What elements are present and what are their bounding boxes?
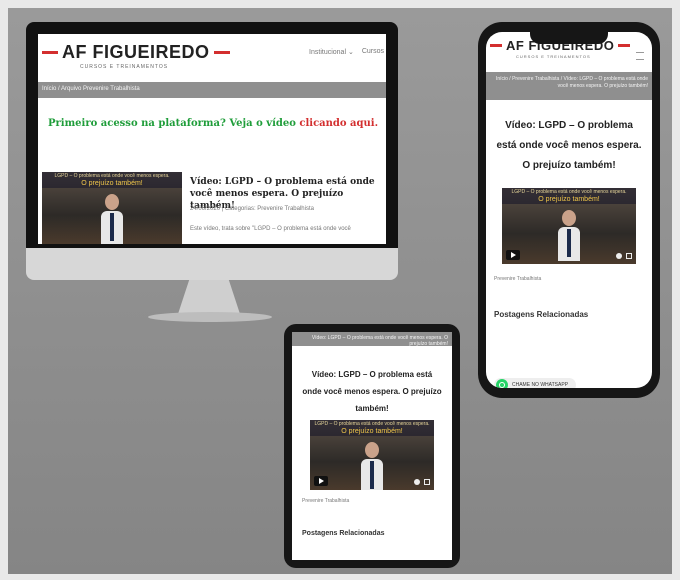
logo-bar-right: [618, 44, 631, 47]
gear-icon[interactable]: [414, 479, 420, 485]
video-title-overlay: LGPD – O problema está onde você menos e…: [310, 420, 434, 436]
site-logo[interactable]: AF FIGUEIREDO: [42, 42, 230, 63]
phone-related-posts-heading: Postagens Relacionadas: [494, 310, 589, 319]
video-title-line2: O prejuízo também!: [341, 428, 403, 435]
phone-breadcrumb-text[interactable]: Início / Prevenire Trabalhista / Vídeo: …: [488, 76, 648, 90]
tablet-video-player[interactable]: LGPD – O problema está onde você menos e…: [310, 420, 434, 490]
promo-link[interactable]: clicando aqui.: [299, 118, 378, 129]
logo-tagline: CURSOS E TREINAMENTOS: [516, 54, 591, 59]
presenter-image: [101, 194, 123, 244]
desktop-monitor: AF FIGUEIREDO CURSOS E TREINAMENTOS Inst…: [26, 22, 398, 280]
tablet-breadcrumb-text[interactable]: Vídeo: LGPD – O problema está onde você …: [296, 335, 448, 347]
nav-item-cursos[interactable]: Cursos: [362, 48, 384, 56]
hamburger-menu-icon[interactable]: [636, 52, 644, 60]
whatsapp-icon: [496, 379, 508, 388]
monitor-stand-base: [148, 312, 272, 322]
whatsapp-label: CHAME NO WHATSAPP: [512, 382, 569, 388]
gear-icon[interactable]: [616, 253, 622, 259]
whatsapp-button[interactable]: CHAME NO WHATSAPP: [494, 378, 577, 388]
logo-bar-right: [213, 51, 230, 54]
logo-bar-left: [42, 51, 58, 54]
breadcrumb-text[interactable]: Início / Arquivo Prevenire Trabalhista: [42, 86, 140, 92]
promo-message: Primeiro acesso na plataforma? Veja o ví…: [48, 118, 296, 129]
play-icon[interactable]: [506, 250, 520, 260]
tablet-related-posts-heading: Postagens Relacionadas: [302, 530, 385, 537]
video-title-overlay: LGPD – O problema está onde você menos e…: [502, 188, 636, 204]
fullscreen-icon[interactable]: [626, 253, 632, 259]
tablet-post-category[interactable]: Prevenire Trabalhista: [302, 498, 349, 504]
main-nav: Institucional ⌄ Cursos: [309, 48, 384, 56]
presenter-image: [558, 210, 580, 261]
fullscreen-icon[interactable]: [424, 479, 430, 485]
desktop-screen: AF FIGUEIREDO CURSOS E TREINAMENTOS Inst…: [38, 34, 386, 244]
post-excerpt: Este vídeo, trata sobre "LGPD – O proble…: [190, 226, 351, 232]
phone-screen: AF FIGUEIREDO CURSOS E TREINAMENTOS Iníc…: [486, 32, 652, 388]
video-title-line1: LGPD – O problema está onde você menos e…: [314, 421, 430, 427]
tablet-screen: Vídeo: LGPD – O problema está onde você …: [292, 332, 452, 560]
tablet-device: Vídeo: LGPD – O problema está onde você …: [284, 324, 460, 568]
tablet-breadcrumb: Vídeo: LGPD – O problema está onde você …: [292, 332, 452, 347]
tablet-post-title: Vídeo: LGPD – O problema está onde você …: [302, 370, 442, 413]
phone-post-title: Vídeo: LGPD – O problema está onde você …: [496, 120, 642, 171]
video-title-line1: LGPD – O problema está onde você menos e…: [511, 189, 627, 195]
monitor-chin: [26, 248, 398, 280]
video-title-line2: O prejuízo também!: [81, 180, 143, 187]
post-thumbnail[interactable]: LGPD – O problema está onde você menos e…: [42, 172, 182, 244]
logo-brand: AF FIGUEIREDO: [62, 42, 210, 62]
logo-bar-left: [490, 44, 502, 47]
phone-breadcrumb: Início / Prevenire Trabalhista / Vídeo: …: [486, 72, 652, 100]
nav-item-institucional[interactable]: Institucional ⌄: [309, 48, 354, 56]
play-icon[interactable]: [314, 476, 328, 486]
presenter-image: [361, 442, 383, 490]
video-title-line1: LGPD – O problema está onde você menos e…: [54, 173, 170, 179]
logo-tagline: CURSOS E TREINAMENTOS: [80, 64, 169, 70]
breadcrumb: Início / Arquivo Prevenire Trabalhista: [38, 82, 386, 98]
post-meta: 24/06/2020 | Categorias: Prevenire Traba…: [190, 206, 314, 212]
video-title-overlay: LGPD – O problema está onde você menos e…: [42, 172, 182, 188]
site-header: AF FIGUEIREDO CURSOS E TREINAMENTOS Inst…: [38, 34, 386, 80]
phone-notch: [530, 30, 608, 44]
phone-post-category[interactable]: Prevenire Trabalhista: [494, 276, 541, 282]
promo-text: Primeiro acesso na plataforma? Veja o ví…: [48, 118, 378, 129]
video-title-line2: O prejuízo também!: [538, 196, 600, 203]
phone-video-player[interactable]: LGPD – O problema está onde você menos e…: [502, 188, 636, 264]
phone-device: AF FIGUEIREDO CURSOS E TREINAMENTOS Iníc…: [478, 22, 660, 398]
monitor-bezel: AF FIGUEIREDO CURSOS E TREINAMENTOS Inst…: [26, 22, 398, 248]
